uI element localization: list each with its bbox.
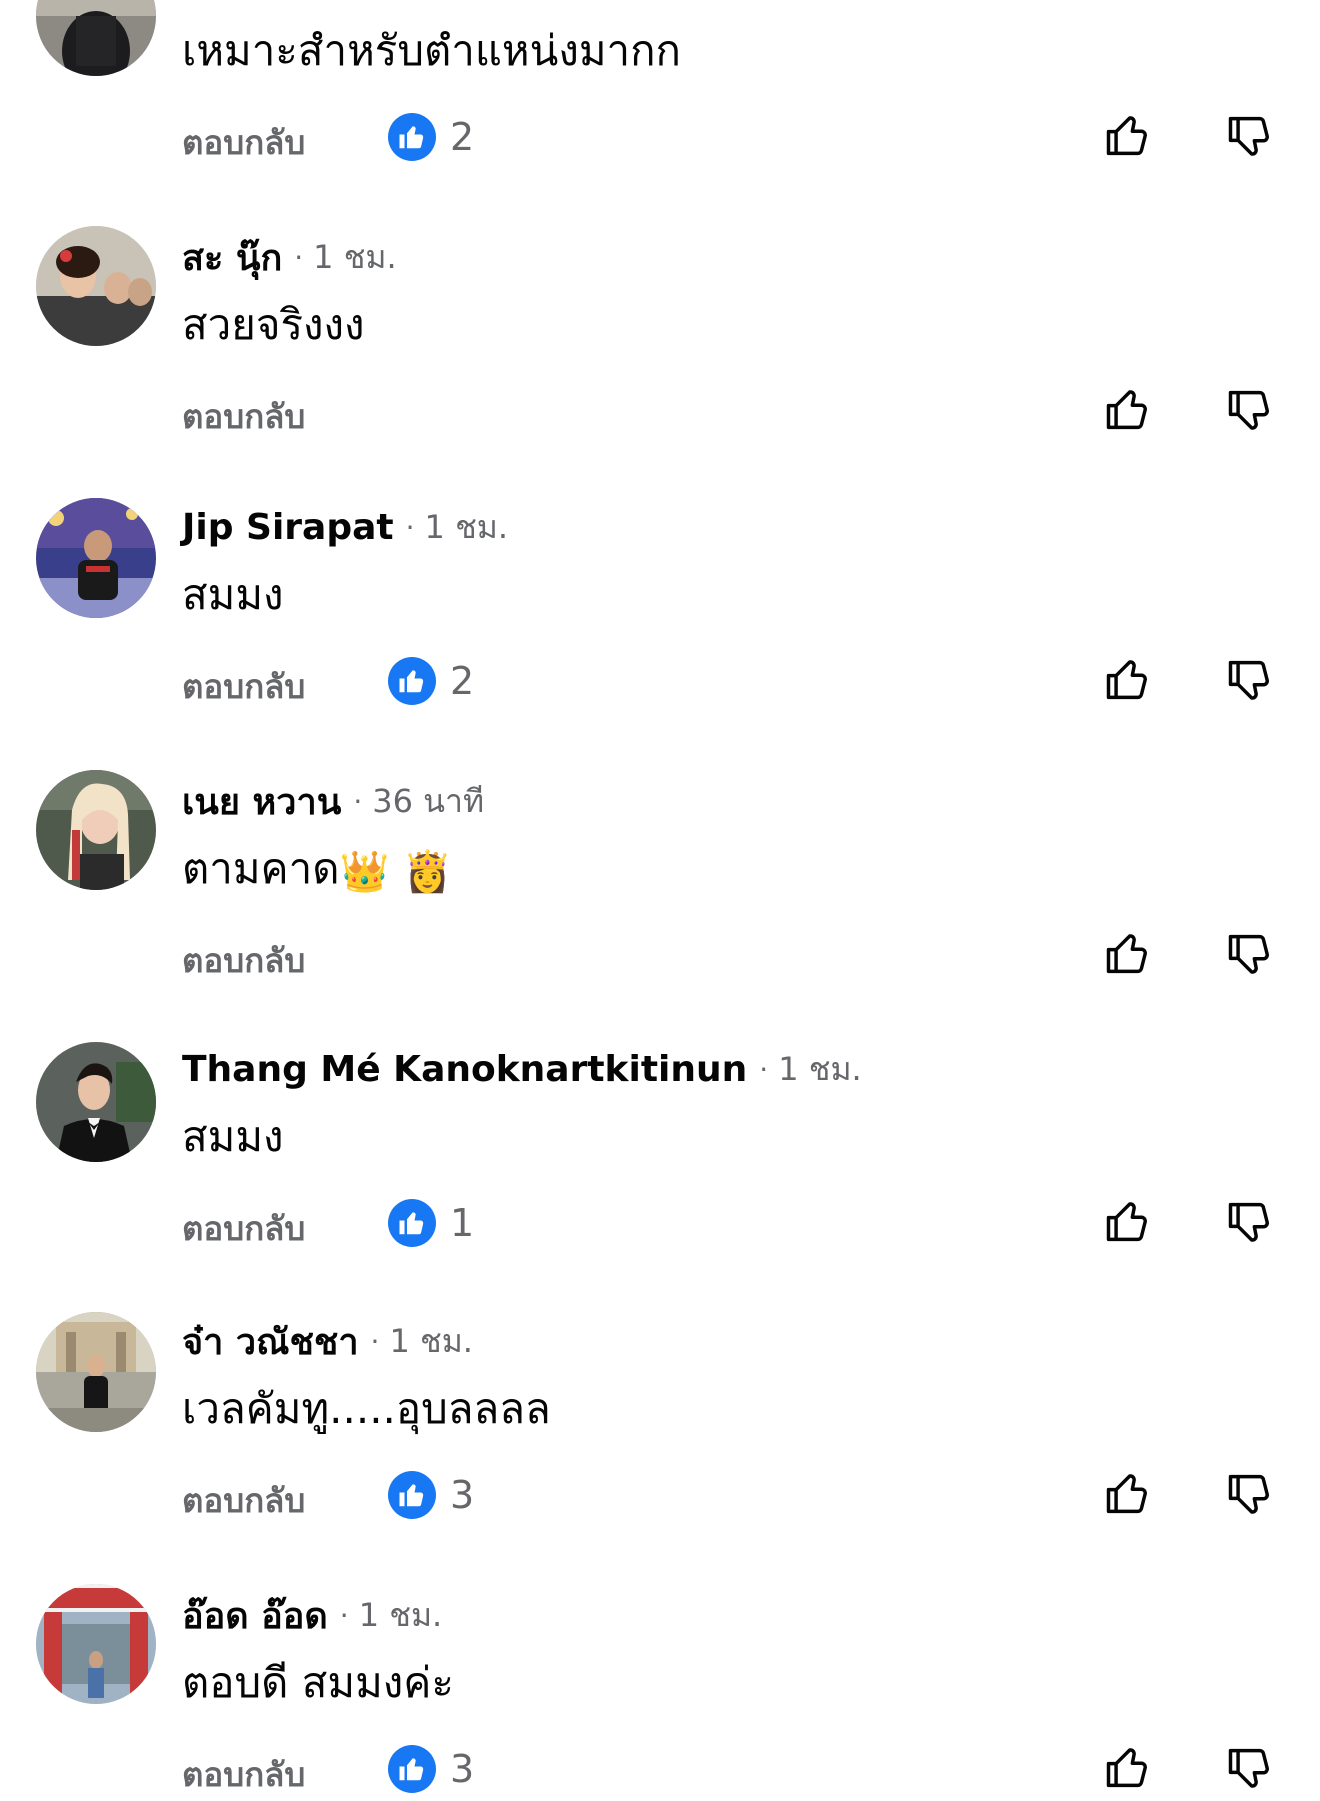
thumbs-down-outline-icon	[1228, 390, 1269, 430]
downvote-button[interactable]	[1222, 382, 1278, 438]
separator: ·	[405, 510, 415, 544]
upvote-button[interactable]	[1100, 926, 1156, 982]
reply-button[interactable]: ตอบกลับ	[182, 1474, 305, 1527]
downvote-button[interactable]	[1222, 1466, 1278, 1522]
like-badge-icon	[388, 1199, 436, 1247]
downvote-button[interactable]	[1222, 652, 1278, 708]
avatar[interactable]	[36, 498, 156, 618]
avatar[interactable]	[36, 1042, 156, 1162]
thumbs-down-outline-icon	[1228, 1748, 1269, 1788]
comment-text: สมมง	[182, 570, 284, 619]
reaction-summary[interactable]: 3	[388, 1470, 474, 1520]
avatar-image	[36, 770, 156, 890]
comment-time[interactable]: 1 ชม.	[778, 1044, 862, 1095]
downvote-button[interactable]	[1222, 108, 1278, 164]
comment-header: จ๋า วณัชชา · 1 ชม.	[182, 1318, 473, 1364]
comment-time[interactable]: 1 ชม.	[359, 1590, 443, 1641]
avatar-image	[36, 1042, 156, 1162]
reply-button[interactable]: ตอบกลับ	[182, 1202, 305, 1255]
commenter-name[interactable]: อ๊อด อ๊อด	[182, 1587, 328, 1644]
avatar[interactable]	[36, 226, 156, 346]
reply-button[interactable]: ตอบกลับ	[182, 660, 305, 713]
avatar[interactable]	[36, 1312, 156, 1432]
thumbs-up-outline-icon	[1106, 390, 1147, 430]
reply-button[interactable]: ตอบกลับ	[182, 1748, 305, 1801]
like-count: 3	[450, 1747, 475, 1791]
upvote-button[interactable]	[1100, 1194, 1156, 1250]
upvote-button[interactable]	[1100, 382, 1156, 438]
avatar-image	[36, 1584, 156, 1704]
reaction-summary[interactable]: 3	[388, 1744, 474, 1794]
avatar[interactable]	[36, 0, 156, 76]
like-badge-icon	[388, 657, 436, 705]
thumbs-down-outline-icon	[1228, 660, 1269, 700]
thumbs-down-outline-icon	[1228, 1474, 1269, 1514]
upvote-button[interactable]	[1100, 1466, 1156, 1522]
comment-text-body: ตามคาด	[182, 844, 340, 893]
thumbs-up-outline-icon	[1106, 1474, 1147, 1514]
comment-time[interactable]: 1 ชม.	[313, 232, 397, 283]
reaction-summary[interactable]: 1	[388, 1198, 474, 1248]
comment-header: Jip Sirapat · 1 ชม.	[182, 504, 508, 550]
downvote-button[interactable]	[1222, 926, 1278, 982]
comment-header: เนย หวาน · 36 นาที	[182, 778, 484, 824]
comment-text: ตามคาด👑 👸	[182, 836, 452, 902]
thumbs-up-outline-icon	[1106, 116, 1147, 156]
princess-emoji: 👸	[402, 849, 453, 895]
commenter-name[interactable]: จ๋า วณัชชา	[182, 1313, 359, 1370]
comment-time[interactable]: 1 ชม.	[425, 502, 509, 553]
like-badge-icon	[388, 113, 436, 161]
comment-text: เวลคัมทู.....อุบลลลล	[182, 1384, 551, 1433]
like-count: 1	[450, 1201, 475, 1245]
comment-text: สวยจริงงง	[182, 300, 365, 349]
like-badge-icon	[388, 1471, 436, 1519]
like-count: 2	[450, 659, 475, 703]
like-badge-icon	[388, 1745, 436, 1793]
crown-emoji: 👑	[339, 849, 390, 895]
avatar[interactable]	[36, 1584, 156, 1704]
avatar-image	[36, 498, 156, 618]
upvote-button[interactable]	[1100, 1740, 1156, 1796]
comment-text: ตอบดี สมมงค่ะ	[182, 1658, 454, 1707]
reply-button[interactable]: ตอบกลับ	[182, 390, 305, 443]
upvote-button[interactable]	[1100, 108, 1156, 164]
thumbs-up-outline-icon	[1106, 660, 1147, 700]
reaction-summary[interactable]: 2	[388, 112, 474, 162]
reaction-summary[interactable]: 2	[388, 656, 474, 706]
thumbs-down-outline-icon	[1228, 116, 1269, 156]
thumbs-up-outline-icon	[1106, 1202, 1147, 1242]
comment-header: Thang Mé Kanoknartkitinun · 1 ชม.	[182, 1046, 862, 1092]
commenter-name[interactable]: เนย หวาน	[182, 773, 341, 830]
comment-text: สมมง	[182, 1112, 284, 1161]
separator: ·	[353, 784, 363, 818]
reply-button[interactable]: ตอบกลับ	[182, 116, 305, 169]
comment-time[interactable]: 36 นาที	[372, 776, 484, 827]
downvote-button[interactable]	[1222, 1740, 1278, 1796]
comment-text: เหมาะสำหรับตำแหน่งมากก	[182, 26, 681, 75]
commenter-name[interactable]: Jip Sirapat	[182, 507, 394, 548]
avatar[interactable]	[36, 770, 156, 890]
comment-time[interactable]: 1 ชม.	[389, 1316, 473, 1367]
like-count: 2	[450, 115, 475, 159]
separator: ·	[370, 1324, 380, 1358]
comment-header: สะ นุ๊ก · 1 ชม.	[182, 234, 397, 280]
upvote-button[interactable]	[1100, 652, 1156, 708]
commenter-name[interactable]: สะ นุ๊ก	[182, 229, 282, 286]
separator: ·	[339, 1598, 349, 1632]
thumbs-down-outline-icon	[1228, 1202, 1269, 1242]
commenter-name[interactable]: Thang Mé Kanoknartkitinun	[182, 1049, 747, 1090]
thumbs-down-outline-icon	[1228, 934, 1269, 974]
like-count: 3	[450, 1473, 475, 1517]
downvote-button[interactable]	[1222, 1194, 1278, 1250]
thumbs-up-outline-icon	[1106, 934, 1147, 974]
thumbs-up-outline-icon	[1106, 1748, 1147, 1788]
reply-button[interactable]: ตอบกลับ	[182, 934, 305, 987]
avatar-image	[36, 0, 156, 76]
avatar-image	[36, 1312, 156, 1432]
avatar-image	[36, 226, 156, 346]
separator: ·	[294, 240, 304, 274]
comment-header: อ๊อด อ๊อด · 1 ชม.	[182, 1592, 442, 1638]
separator: ·	[759, 1052, 769, 1086]
